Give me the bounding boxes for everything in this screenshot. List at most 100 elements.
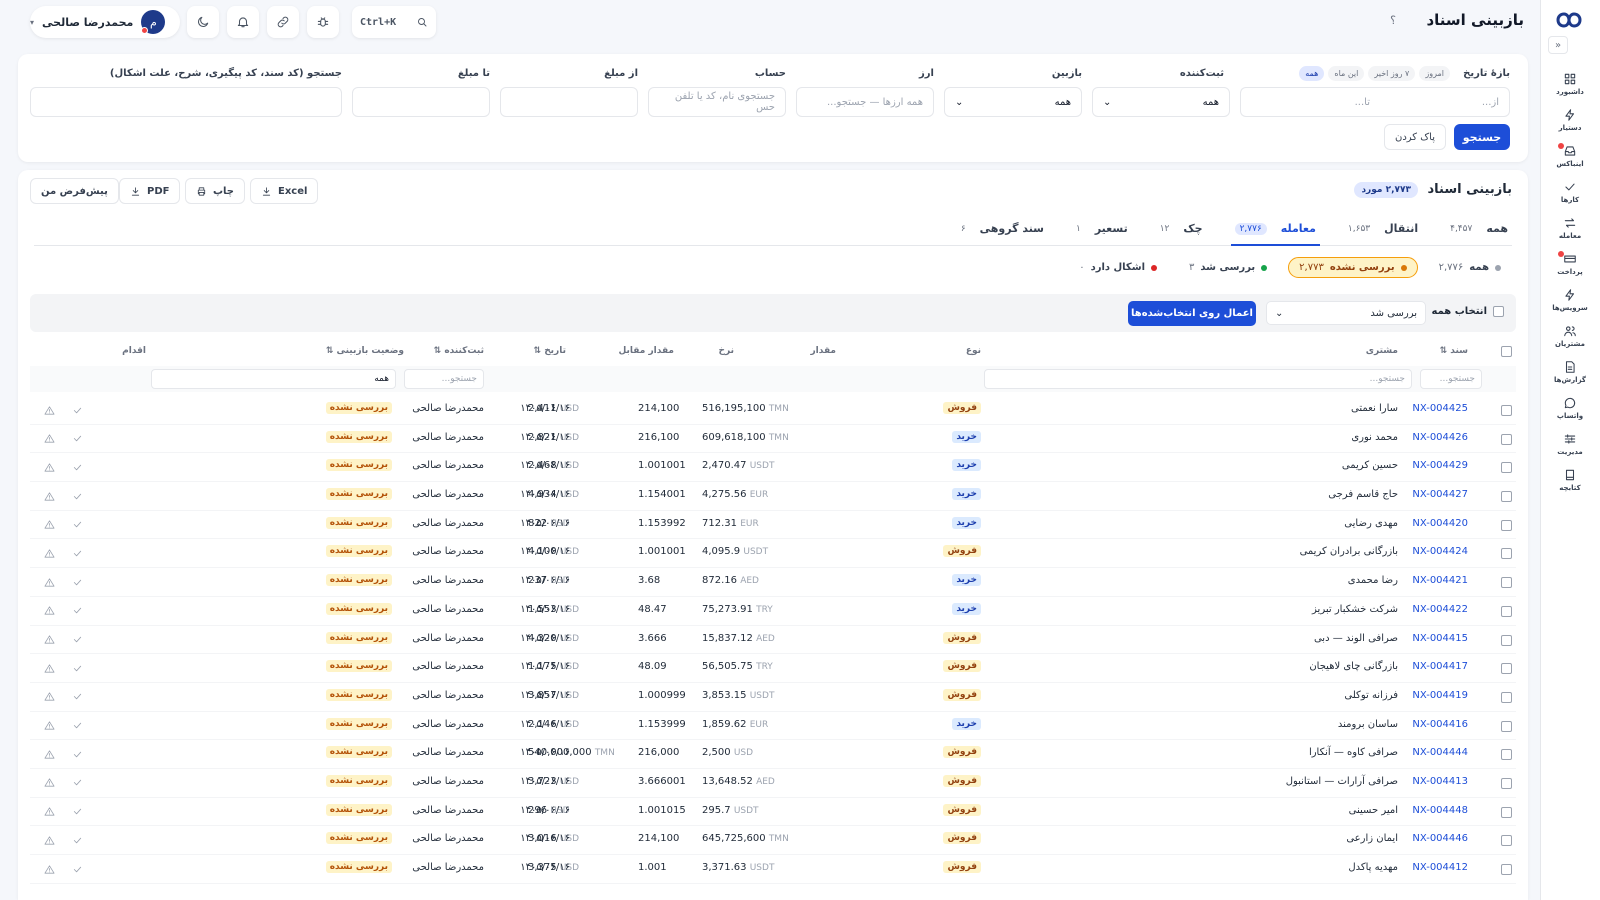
export-excel-button[interactable]: Excel <box>250 178 319 204</box>
select-all-checkbox[interactable]: انتخاب همه <box>1432 306 1504 317</box>
flag-issue-action[interactable] <box>40 774 58 792</box>
quick-chip-today[interactable]: امروز <box>1419 66 1450 81</box>
status-chip-2[interactable]: بررسی شد ۳ <box>1178 257 1279 278</box>
status-filter-select[interactable]: همه <box>151 369 396 389</box>
row-checkbox[interactable] <box>1501 691 1512 703</box>
sidebar-item-6[interactable]: سرویس‌ها <box>1540 282 1600 318</box>
flag-issue-action[interactable] <box>40 458 58 476</box>
apply-bulk-button[interactable]: اعمال روی انتخاب‌شده‌ها <box>1128 301 1256 326</box>
tab-0[interactable]: همه ۴,۴۵۷ <box>1446 212 1512 245</box>
doc-link[interactable]: NX-004421 <box>1412 575 1468 586</box>
doc-link[interactable]: NX-004425 <box>1412 403 1468 414</box>
approve-action[interactable] <box>68 831 86 849</box>
row-checkbox[interactable] <box>1501 634 1512 646</box>
search-input[interactable] <box>30 87 342 117</box>
doc-link[interactable]: NX-004419 <box>1412 690 1468 701</box>
flag-issue-action[interactable] <box>40 631 58 649</box>
column-status[interactable]: وضعیت بازبینی ⇅ <box>326 346 404 356</box>
sidebar-item-7[interactable]: مشتریان <box>1540 318 1600 354</box>
column-registrar[interactable]: ثبت‌کننده ⇅ <box>434 346 484 356</box>
amount-to-input[interactable] <box>352 87 490 117</box>
flag-issue-action[interactable] <box>40 717 58 735</box>
sidebar-item-9[interactable]: واتساپ <box>1540 390 1600 426</box>
sidebar-item-0[interactable]: داشبورد <box>1540 66 1600 102</box>
tab-1[interactable]: انتقال ۱,۶۵۳ <box>1344 212 1422 245</box>
row-checkbox[interactable] <box>1501 405 1512 416</box>
registrar-select[interactable]: همه ⌄ <box>1092 87 1230 117</box>
bulk-status-select[interactable]: بررسی شد ⌄ <box>1266 301 1426 325</box>
row-checkbox[interactable] <box>1501 835 1512 847</box>
approve-action[interactable] <box>68 659 86 677</box>
flag-issue-action[interactable] <box>40 659 58 677</box>
currency-input[interactable]: همه ارزها — جستجو... <box>796 87 934 117</box>
tab-5[interactable]: سند گروهی ۶ <box>957 212 1048 245</box>
sidebar-item-3[interactable]: کارها <box>1540 174 1600 210</box>
row-checkbox[interactable] <box>1501 462 1512 474</box>
flag-issue-action[interactable] <box>40 401 58 419</box>
status-chip-0[interactable]: همه ۲,۷۷۶ <box>1427 257 1512 278</box>
doc-filter-input[interactable]: جستجو... <box>1420 369 1482 389</box>
approve-action[interactable] <box>68 602 86 620</box>
status-chip-1[interactable]: بررسی نشده ۲,۷۷۳ <box>1288 257 1418 278</box>
logo-icon[interactable] <box>1552 8 1586 32</box>
column-date[interactable]: تاریخ ⇅ <box>534 346 566 356</box>
approve-action[interactable] <box>68 487 86 505</box>
header-checkbox[interactable] <box>1501 346 1512 357</box>
sidebar-item-2[interactable]: اینباکس <box>1540 138 1600 174</box>
default-view-button[interactable]: پیش‌فرض من <box>30 178 119 204</box>
theme-toggle-button[interactable] <box>187 6 219 38</box>
sidebar-item-1[interactable]: دستیار <box>1540 102 1600 138</box>
amount-from-input[interactable] <box>500 87 638 117</box>
flag-issue-action[interactable] <box>40 803 58 821</box>
approve-action[interactable] <box>68 688 86 706</box>
column-doc[interactable]: سند ⇅ <box>1440 346 1468 356</box>
clear-button[interactable]: پاک کردن <box>1384 124 1446 150</box>
flag-issue-action[interactable] <box>40 688 58 706</box>
doc-link[interactable]: NX-004448 <box>1412 805 1468 816</box>
approve-action[interactable] <box>68 430 86 448</box>
flag-issue-action[interactable] <box>40 487 58 505</box>
sidebar-item-4[interactable]: معامله <box>1540 210 1600 246</box>
row-checkbox[interactable] <box>1501 720 1512 732</box>
doc-link[interactable]: NX-004424 <box>1412 546 1468 557</box>
row-checkbox[interactable] <box>1501 806 1512 818</box>
debug-button[interactable] <box>307 6 339 38</box>
notifications-button[interactable] <box>227 6 259 38</box>
doc-link[interactable]: NX-004415 <box>1412 633 1468 644</box>
flag-issue-action[interactable] <box>40 860 58 878</box>
row-checkbox[interactable] <box>1501 749 1512 761</box>
approve-action[interactable] <box>68 717 86 735</box>
approve-action[interactable] <box>68 401 86 419</box>
row-checkbox[interactable] <box>1501 864 1512 875</box>
doc-link[interactable]: NX-004444 <box>1412 747 1468 758</box>
command-search-button[interactable]: Ctrl+K <box>352 6 436 38</box>
doc-link[interactable]: NX-004446 <box>1412 833 1468 844</box>
tab-4[interactable]: تسعیر ۱ <box>1072 212 1132 245</box>
sidebar-item-8[interactable]: گزارش‌ها <box>1540 354 1600 390</box>
row-checkbox[interactable] <box>1501 605 1512 617</box>
approve-action[interactable] <box>68 745 86 763</box>
row-checkbox[interactable] <box>1501 663 1512 675</box>
approve-action[interactable] <box>68 516 86 534</box>
row-checkbox[interactable] <box>1501 548 1512 560</box>
checkbox[interactable] <box>1493 306 1504 317</box>
doc-link[interactable]: NX-004426 <box>1412 432 1468 443</box>
doc-link[interactable]: NX-004412 <box>1412 862 1468 873</box>
status-chip-3[interactable]: اشکال دارد ۰ <box>1068 257 1169 278</box>
approve-action[interactable] <box>68 631 86 649</box>
export-pdf-button[interactable]: PDF <box>119 178 181 204</box>
doc-link[interactable]: NX-004427 <box>1412 489 1468 500</box>
sidebar-collapse-button[interactable]: » <box>1548 36 1568 54</box>
flag-issue-action[interactable] <box>40 831 58 849</box>
print-button[interactable]: چاپ <box>185 178 246 204</box>
link-button[interactable] <box>267 6 299 38</box>
user-menu[interactable]: م محمدرضا صالحی ▾ <box>30 6 180 38</box>
doc-link[interactable]: NX-004416 <box>1412 719 1468 730</box>
customer-filter-input[interactable]: جستجو... <box>984 369 1412 389</box>
flag-issue-action[interactable] <box>40 516 58 534</box>
flag-issue-action[interactable] <box>40 602 58 620</box>
approve-action[interactable] <box>68 544 86 562</box>
flag-issue-action[interactable] <box>40 430 58 448</box>
row-checkbox[interactable] <box>1501 519 1512 531</box>
quick-chip-7days[interactable]: ۷ روز اخیر <box>1368 66 1416 81</box>
